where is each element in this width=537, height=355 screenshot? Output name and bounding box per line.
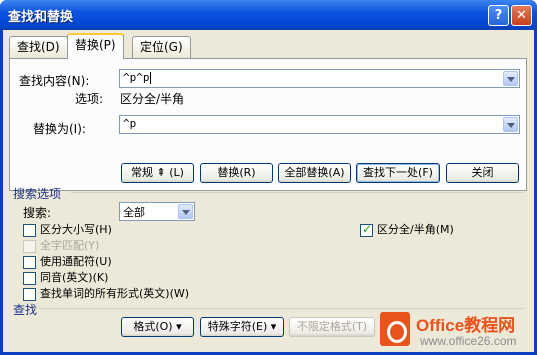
match-width-label: 区分全/半角(M) (377, 223, 454, 236)
no-formatting-button: 不限定格式(T) (289, 317, 375, 337)
whole-word-checkbox: 全字匹配(Y) (23, 237, 99, 253)
replace-with-value: ^p (123, 117, 137, 130)
all-word-forms-box[interactable] (23, 287, 36, 301)
close-button[interactable]: 关闭 (446, 163, 519, 183)
normal-less-button[interactable]: 常规 ⇞ (L) (121, 163, 194, 183)
close-window-button[interactable]: ✕ (511, 5, 532, 26)
wildcards-label: 使用通配符(U) (40, 255, 112, 268)
wildcards-box[interactable] (23, 255, 36, 269)
all-word-forms-label: 查找单词的所有形式(英文)(W) (40, 287, 190, 300)
search-direction-label: 搜索: (23, 206, 52, 220)
match-case-checkbox[interactable]: 区分大小写(H) (23, 221, 112, 237)
find-section-heading: 查找 (13, 303, 38, 317)
watermark-brand: Office教程网 (416, 316, 516, 335)
replace-button[interactable]: 替换(R) (200, 163, 273, 183)
replace-all-button[interactable]: 全部替换(A) (278, 163, 351, 183)
wildcards-checkbox[interactable]: 使用通配符(U) (23, 253, 112, 269)
match-width-checkbox[interactable]: 区分全/半角(M) (360, 221, 454, 237)
title-bar[interactable]: 查找和替换 ? ✕ (0, 0, 537, 30)
dialog-body: 查找(D) 替换(P) 定位(G) 查找内容(N): ^p^p 选项: 区分全/… (3, 30, 534, 352)
sounds-like-checkbox[interactable]: 同音(英文)(K) (23, 269, 108, 285)
search-direction-value: 全部 (123, 206, 145, 219)
help-button[interactable]: ? (488, 5, 509, 26)
tab-goto[interactable]: 定位(G) (132, 36, 191, 58)
sounds-like-box[interactable] (23, 271, 36, 285)
watermark-logo: Office教程网 www.office26.com (380, 308, 535, 353)
search-direction-dropdown-arrow-icon[interactable] (178, 204, 193, 219)
whole-word-box (23, 239, 36, 253)
search-options-divider (71, 192, 523, 193)
whole-word-label: 全字匹配(Y) (40, 239, 100, 252)
search-options-heading: 搜索选项 (13, 187, 62, 201)
find-replace-dialog: 查找和替换 ? ✕ 查找(D) 替换(P) 定位(G) 查找内容(N): ^p^… (0, 0, 537, 355)
find-what-value: ^p^p (123, 71, 151, 84)
tab-replace[interactable]: 替换(P) (67, 33, 124, 59)
find-what-input[interactable]: ^p^p (119, 69, 520, 88)
match-width-box[interactable] (360, 222, 373, 237)
search-direction-select[interactable]: 全部 (119, 202, 195, 221)
match-case-label: 区分大小写(H) (40, 223, 112, 236)
find-what-dropdown-arrow-icon[interactable] (503, 71, 518, 86)
options-value: 区分全/半角 (120, 92, 185, 106)
watermark-url: www.office26.com (420, 334, 517, 348)
tab-find[interactable]: 查找(D) (9, 36, 68, 58)
options-label: 选项: (75, 92, 104, 106)
replace-with-input[interactable]: ^p (119, 115, 520, 134)
office-logo-icon (380, 312, 410, 346)
format-button[interactable]: 格式(O) ▾ (121, 317, 194, 337)
replace-with-dropdown-arrow-icon[interactable] (503, 117, 518, 132)
find-what-label: 查找内容(N): (19, 74, 90, 88)
match-case-box[interactable] (23, 223, 36, 237)
special-button[interactable]: 特殊字符(E) ▾ (200, 317, 284, 337)
dialog-title: 查找和替换 (8, 10, 74, 25)
sounds-like-label: 同音(英文)(K) (40, 271, 109, 284)
replace-with-label: 替换为(I): (33, 122, 86, 136)
find-next-button[interactable]: 查找下一处(F) (356, 163, 440, 183)
all-word-forms-checkbox[interactable]: 查找单词的所有形式(英文)(W) (23, 285, 189, 301)
